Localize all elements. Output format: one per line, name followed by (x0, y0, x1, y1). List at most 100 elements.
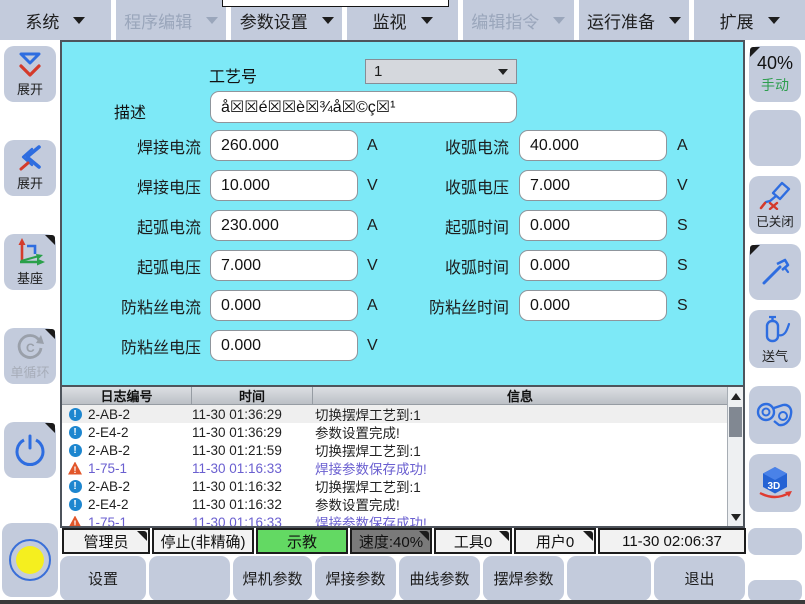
log-row[interactable]: ! 2-AB-2 11-30 01:21:59 切换摆焊工艺到:1 (62, 441, 727, 459)
user-frame-indicator[interactable]: 用户0 (514, 528, 596, 554)
welding-params-label: 焊接参数 (325, 568, 385, 589)
chevron-down-icon (421, 17, 433, 24)
scroll-up-button[interactable] (730, 390, 742, 402)
servo-enable-button[interactable] (2, 523, 58, 597)
form-row: 焊接电压 10.000 V 收弧电压 7.000 V (62, 170, 743, 201)
blank-button (149, 556, 230, 601)
welding-voltage-input[interactable]: 10.000 (210, 170, 358, 201)
anti-stick-current-input[interactable]: 0.000 (210, 290, 358, 321)
arc-end-time-input[interactable]: 0.000 (519, 250, 667, 281)
scrollbar-thumb[interactable] (729, 407, 742, 437)
curve-params-button[interactable]: 曲线参数 (399, 556, 480, 601)
log-row[interactable]: ! 2-E4-2 11-30 01:36:29 参数设置完成! (62, 423, 727, 441)
info-icon: ! (69, 444, 82, 457)
blank-button[interactable] (749, 110, 801, 166)
arc-start-time-input[interactable]: 0.000 (519, 210, 667, 241)
unit-label: S (677, 217, 688, 235)
log-id: 2-AB-2 (88, 407, 192, 422)
process-no-value: 1 (374, 63, 382, 80)
overlapping-window-edge (222, 0, 449, 7)
tool-indicator[interactable]: 工具0 (434, 528, 512, 554)
single-cycle-icon: C (14, 331, 46, 361)
unit-label: A (367, 137, 389, 155)
anti-stick-voltage-input[interactable]: 0.000 (210, 330, 358, 361)
log-row[interactable]: ! 2-AB-2 11-30 01:16:32 切换摆焊工艺到:1 (62, 477, 727, 495)
arc-end-voltage-input[interactable]: 7.000 (519, 170, 667, 201)
log-time: 11-30 01:21:59 (192, 443, 315, 458)
log-header: 日志编号 时间 信息 (62, 387, 727, 405)
settings-button[interactable]: 设置 (60, 556, 146, 601)
corner-notch-icon (45, 235, 55, 245)
exit-button[interactable]: 退出 (654, 556, 745, 601)
unit-label: S (677, 257, 688, 275)
power-button[interactable] (4, 422, 56, 478)
log-row[interactable]: ! 2-AB-2 11-30 01:36:29 切换摆焊工艺到:1 (62, 405, 727, 423)
view-3d-button[interactable]: 3D (749, 454, 801, 512)
menu-system-label: 系统 (25, 8, 59, 33)
menu-monitor-label: 监视 (373, 8, 407, 33)
welding-torch-off-icon (758, 180, 792, 210)
arc-start-current-input[interactable]: 230.000 (210, 210, 358, 241)
log-row[interactable]: ! 1-75-1 11-30 01:16:33 焊接参数保存成功! (62, 459, 727, 477)
arc-start-current-label: 起弧电流 (62, 214, 210, 238)
welding-current-input[interactable]: 260.000 (210, 130, 358, 161)
form-row: 起弧电压 7.000 V 收弧时间 0.000 S (62, 250, 743, 281)
unit-label: V (367, 337, 389, 355)
chevron-down-icon (669, 17, 681, 24)
log-row[interactable]: ! 1-75-1 11-30 01:16:33 焊接参数保存成功! (62, 513, 727, 526)
anti-stick-voltage-label: 防粘丝电压 (62, 334, 210, 358)
user-frame-label: 用户0 (536, 531, 574, 552)
welder-off-button[interactable]: 已关闭 (749, 176, 801, 234)
triangle-up-icon (731, 393, 741, 400)
log-scrollbar[interactable] (727, 387, 743, 526)
arc-start-voltage-label: 起弧电压 (62, 254, 210, 278)
anti-stick-time-input[interactable]: 0.000 (519, 290, 667, 321)
user-role-indicator[interactable]: 管理员 (62, 528, 150, 554)
arc-end-current-input[interactable]: 40.000 (519, 130, 667, 161)
corner-notch-icon (45, 423, 55, 433)
jog-controller-button[interactable] (749, 386, 801, 444)
sidebar-filler-block (748, 528, 802, 555)
info-icon: ! (69, 408, 82, 421)
global-speed-value: 40% (757, 53, 793, 74)
log-row[interactable]: ! 2-E4-2 11-30 01:16:32 参数设置完成! (62, 495, 727, 513)
menu-system[interactable]: 系统 (0, 0, 111, 40)
speed-mode-button[interactable]: 40% 手动 (749, 46, 801, 102)
unit-label: A (677, 137, 688, 155)
log-message: 焊接参数保存成功! (315, 512, 727, 526)
torch-button[interactable] (749, 244, 801, 300)
arc-start-voltage-input[interactable]: 7.000 (210, 250, 358, 281)
servo-status-icon (9, 539, 51, 581)
base-frame-button[interactable]: 基座 (4, 234, 56, 290)
weave-params-button[interactable]: 摆焊参数 (483, 556, 564, 601)
description-input[interactable]: å☒☒é☒☒è☒¾å☒©ç☒¹ (210, 91, 517, 123)
log-id: 2-AB-2 (88, 479, 192, 494)
menu-edit-command-label: 编辑指令 (471, 8, 539, 33)
menu-program-edit: 程序编辑 (116, 0, 227, 40)
welding-params-button[interactable]: 焊接参数 (315, 556, 396, 601)
cube-3d-icon: 3D (756, 464, 794, 502)
welder-params-button[interactable]: 焊机参数 (233, 556, 312, 601)
menu-run-prepare[interactable]: 运行准备 (579, 0, 690, 40)
expand-down-button[interactable]: 展开 (4, 46, 56, 102)
right-sidebar: 40% 手动 已关闭 (745, 40, 805, 604)
scroll-down-button[interactable] (730, 511, 742, 523)
menu-parameter-settings-label: 参数设置 (240, 8, 308, 33)
menu-extension[interactable]: 扩展 (694, 0, 805, 40)
log-table[interactable]: 日志编号 时间 信息 ! 2-AB-2 11-30 01:36:29 切换摆焊工… (62, 387, 727, 526)
arc-end-current-label: 收弧电流 (389, 134, 519, 158)
unit-label: A (367, 217, 389, 235)
log-time: 11-30 01:16:33 (192, 461, 315, 476)
svg-text:3D: 3D (768, 481, 781, 492)
arc-end-time-label: 收弧时间 (389, 254, 519, 278)
process-no-dropdown[interactable]: 1 (365, 59, 517, 84)
gas-feed-button[interactable]: 送气 (749, 310, 801, 368)
speed-indicator[interactable]: 速度:40% (350, 528, 432, 554)
single-cycle-button: C 单循环 (4, 328, 56, 384)
hand-controller-icon (755, 397, 795, 433)
chevron-down-icon (498, 69, 508, 75)
corner-notch-icon (750, 47, 760, 57)
unit-label: V (367, 177, 389, 195)
expand-left-button[interactable]: 展开 (4, 140, 56, 196)
curve-params-label: 曲线参数 (409, 568, 469, 589)
